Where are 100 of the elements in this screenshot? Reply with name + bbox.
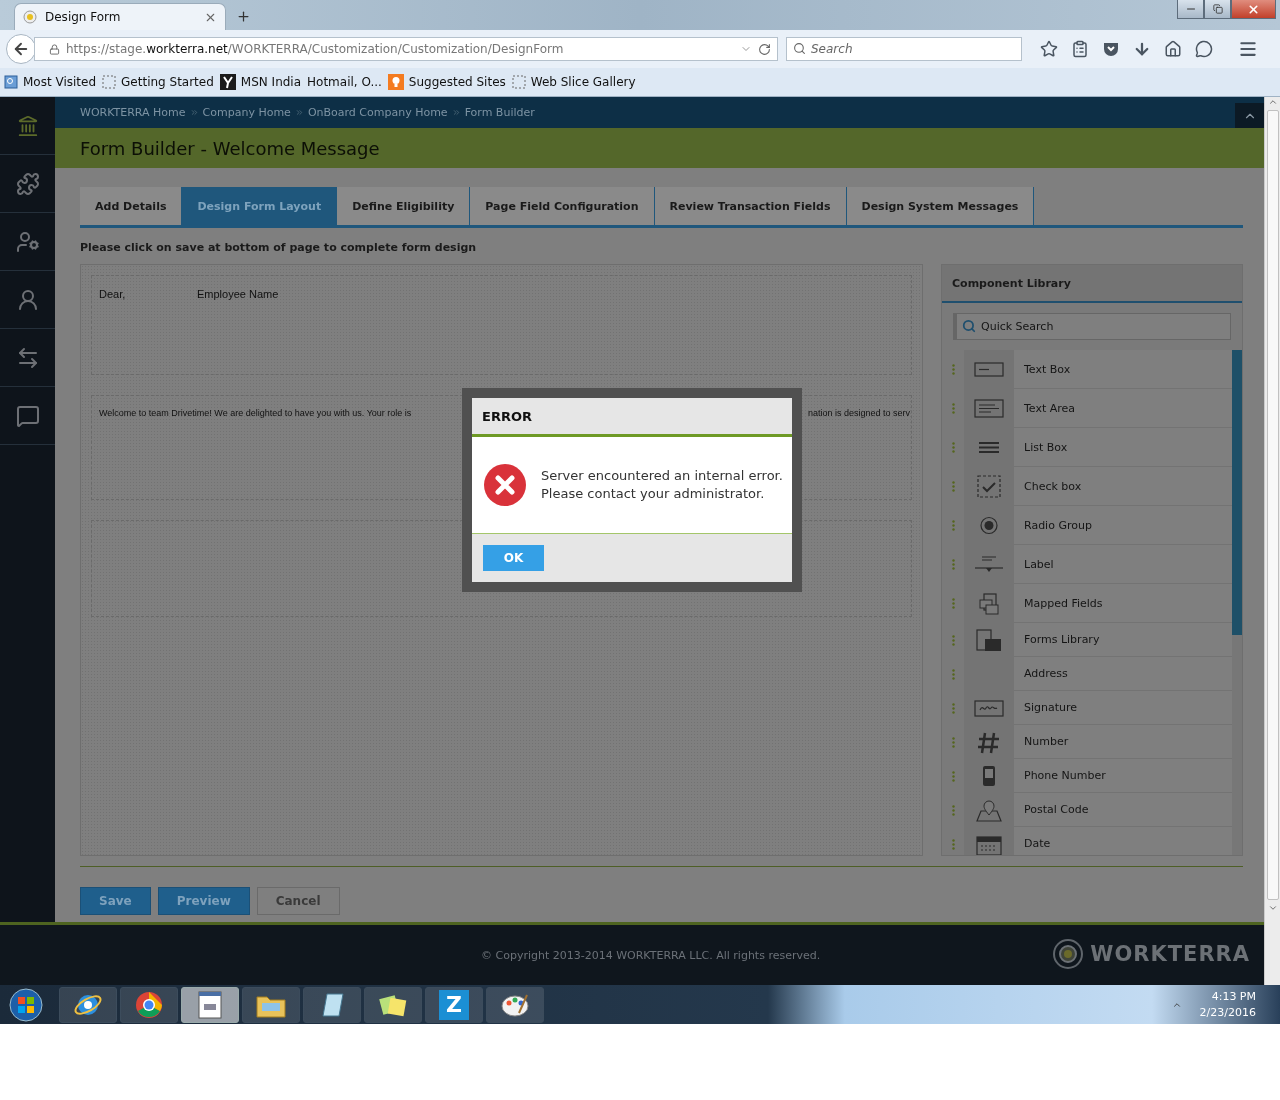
step-tab[interactable]: Design System Messages [846, 187, 1035, 225]
step-tab[interactable]: Add Details [80, 187, 183, 225]
drag-handle-icon[interactable] [951, 520, 955, 531]
drag-handle-icon[interactable] [951, 559, 955, 570]
minimize-button[interactable] [1177, 0, 1204, 19]
reload-icon[interactable] [758, 42, 771, 56]
drag-handle-icon[interactable] [951, 442, 955, 453]
butterfly-icon [219, 74, 236, 90]
bookmark-link[interactable]: Suggested Sites [387, 74, 506, 90]
double-chevron-icon [451, 108, 461, 117]
taskbar-app-button[interactable] [120, 986, 178, 1023]
step-tab[interactable]: Design Form Layout [182, 187, 338, 225]
taskbar-app-button[interactable] [181, 986, 239, 1023]
drag-handle-icon[interactable] [951, 804, 955, 816]
speech-bubble-icon [15, 403, 40, 428]
component-item[interactable]: Date [1014, 827, 1232, 855]
search-field[interactable]: Search [786, 37, 1022, 61]
menu-icon[interactable] [1238, 39, 1258, 59]
drag-handle-icon[interactable] [951, 770, 955, 782]
component-item[interactable]: Mapped Fields [1014, 584, 1232, 623]
component-item[interactable]: Text Area [1014, 389, 1232, 428]
tab-title: Design Form [45, 10, 122, 24]
component-item[interactable]: Postal Code [1014, 793, 1232, 827]
scroll-up-icon[interactable] [1267, 97, 1278, 107]
start-orb-icon [8, 986, 44, 1023]
breadcrumb-link[interactable]: Form Builder [464, 106, 535, 119]
bookmark-link[interactable]: Getting Started [102, 75, 214, 89]
download-icon[interactable] [1133, 40, 1151, 58]
new-tab-icon[interactable] [236, 9, 251, 24]
close-button[interactable] [1231, 0, 1276, 19]
component-item[interactable]: Signature [1014, 691, 1232, 725]
taskbar-app-button[interactable] [486, 986, 544, 1023]
quick-search-field[interactable]: Quick Search [953, 313, 1231, 340]
component-item[interactable]: Phone Number [1014, 759, 1232, 793]
home-icon[interactable] [1164, 40, 1182, 58]
drag-handle-icon[interactable] [951, 364, 955, 375]
lock-icon [49, 43, 60, 55]
star-icon[interactable] [1040, 40, 1058, 58]
component-item[interactable]: Number [1014, 725, 1232, 759]
dialog-message: Server encountered an internal error. Please contact your administrator. [541, 467, 783, 503]
restore-icon [1212, 4, 1223, 14]
taskbar-app-button[interactable] [242, 986, 300, 1023]
taskbar-app-button[interactable] [364, 986, 422, 1023]
person-gear-icon [15, 229, 40, 254]
taskbar-app-button[interactable]: Z [425, 986, 483, 1023]
component-item[interactable]: Address [1014, 657, 1232, 691]
component-item[interactable]: List Box [1014, 428, 1232, 467]
scrollbar-thumb[interactable] [1266, 110, 1279, 900]
breadcrumb-link[interactable]: WORKTERRA Home [80, 106, 186, 119]
drag-handle-icon[interactable] [951, 598, 955, 609]
bookmark-link[interactable]: Most Visited [4, 75, 97, 89]
search-icon [793, 42, 806, 55]
bookmark-link[interactable]: Web Slice Gallery [511, 75, 636, 89]
dashed-square-icon [511, 75, 526, 89]
step-tab[interactable]: Page Field Configuration [470, 187, 655, 225]
breadcrumb-link[interactable]: Company Home [202, 106, 291, 119]
drag-handle-icon[interactable] [951, 838, 955, 850]
action-button[interactable]: Cancel [256, 887, 340, 915]
copyright-text: © Copyright 2013-2014 WORKTERRA LLC. All rights reserved. [481, 948, 821, 962]
back-button[interactable] [6, 34, 36, 64]
component-item[interactable]: Radio Group [1014, 506, 1232, 545]
drag-handle-icon[interactable] [951, 481, 955, 492]
component-item[interactable]: Check box [1014, 467, 1232, 506]
double-chevron-icon [189, 108, 199, 117]
drag-handle-icon[interactable] [951, 668, 955, 680]
search-icon [962, 319, 976, 333]
puzzle-icon [15, 171, 40, 196]
bookmark-link[interactable]: Hotmail, O... [307, 75, 382, 89]
pocket-icon[interactable] [1102, 40, 1120, 58]
step-tab[interactable]: Review Transaction Fields [654, 187, 847, 225]
url-text: https://stage.workterra.net/WORKTERRA/Customization/Customization/DesignForm [66, 42, 565, 56]
component-item[interactable]: Label [1014, 545, 1232, 584]
panel-title: Component Library [942, 265, 1242, 303]
app-letter-icon: Z [439, 989, 469, 1020]
paragraph-text: Welcome to team Drivetime! We are delighted to have you with us. Your role is [99, 408, 412, 420]
ok-button[interactable]: OK [483, 545, 544, 571]
step-tab[interactable]: Define Eligibility [337, 187, 471, 225]
bookmark-link[interactable]: MSN India [219, 74, 302, 90]
clipboard-icon[interactable] [1071, 40, 1089, 58]
instruction-text: Please click on save at bottom of page to complete form design [80, 241, 478, 254]
scroll-down-icon[interactable] [1267, 903, 1278, 913]
double-chevron-icon [294, 108, 304, 117]
taskbar-app-button[interactable] [59, 986, 117, 1023]
action-button[interactable]: Preview [157, 887, 250, 915]
taskbar-app-button[interactable] [303, 986, 361, 1023]
drag-handle-icon[interactable] [951, 702, 955, 714]
component-item[interactable]: Text Box [1014, 350, 1232, 389]
clock[interactable]: 4:13 PM 2/23/2016 [1199, 988, 1256, 1021]
scrollbar-thumb[interactable] [1232, 350, 1242, 635]
drag-handle-icon[interactable] [951, 634, 955, 646]
browser-tab[interactable]: Design Form [14, 3, 226, 30]
restore-button[interactable] [1204, 0, 1231, 19]
chat-icon[interactable] [1195, 40, 1213, 58]
drag-handle-icon[interactable] [951, 403, 955, 414]
address-field[interactable]: https://stage.workterra.net/WORKTERRA/Customization/Customization/DesignForm [34, 37, 778, 61]
action-button[interactable]: Save [80, 887, 151, 915]
drag-handle-icon[interactable] [951, 736, 955, 748]
component-item[interactable]: Forms Library [1014, 623, 1232, 657]
logo-text: WORKTERRA [1090, 942, 1250, 966]
breadcrumb-link[interactable]: OnBoard Company Home [307, 106, 448, 119]
